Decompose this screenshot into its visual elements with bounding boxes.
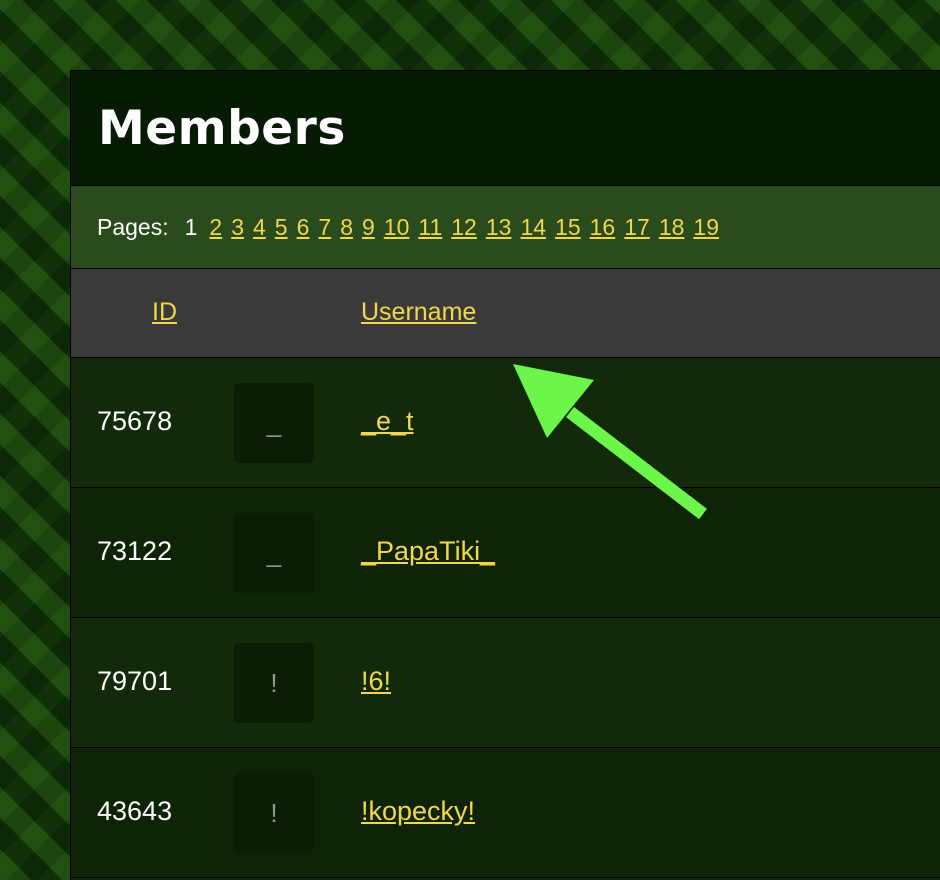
pagination-page-link[interactable]: 18 [659, 214, 685, 241]
table-row: 79701 ! !6! [71, 618, 940, 748]
member-id: 43643 [97, 796, 173, 826]
page-title: Members [98, 100, 346, 156]
members-table-header: ID Username [71, 269, 940, 358]
pagination-page-link[interactable]: 4 [253, 214, 266, 241]
avatar: _ [234, 513, 314, 593]
username-link[interactable]: !6! [361, 666, 391, 697]
pagination-page-link[interactable]: 9 [362, 214, 375, 241]
pagination-page-link[interactable]: 11 [418, 214, 442, 241]
pagination-page-link[interactable]: 15 [555, 214, 581, 241]
pagination: Pages: 1 2 3 4 5 6 7 8 9 10 11 12 13 14 … [71, 186, 940, 269]
pagination-page-link[interactable]: 14 [520, 214, 546, 241]
pagination-label: Pages: [97, 213, 169, 240]
pagination-page-link[interactable]: 16 [590, 214, 616, 241]
page-header: Members [71, 71, 940, 186]
member-id: 73122 [97, 536, 173, 566]
username-link[interactable]: !kopecky! [361, 796, 475, 827]
member-id: 75678 [97, 406, 173, 436]
table-row: 73122 _ _PapaTiki_ [71, 488, 940, 618]
table-row: 75678 _ _e_t [71, 358, 940, 488]
pagination-page-link[interactable]: 8 [340, 214, 353, 241]
username-link[interactable]: _e_t [361, 406, 414, 437]
pagination-page-link[interactable]: 17 [624, 214, 650, 241]
pagination-page-link[interactable]: 5 [275, 214, 288, 241]
pagination-page-link[interactable]: 7 [318, 214, 331, 241]
pagination-page-link[interactable]: 19 [693, 214, 719, 241]
pagination-current-page: 1 [184, 213, 198, 240]
members-panel: Members Pages: 1 2 3 4 5 6 7 8 9 10 11 1… [70, 70, 940, 880]
avatar: ! [234, 773, 314, 853]
sort-by-id-link[interactable]: ID [152, 298, 177, 327]
table-row: 43643 ! !kopecky! [71, 748, 940, 878]
avatar: _ [234, 383, 314, 463]
sort-by-username-link[interactable]: Username [361, 298, 476, 327]
pagination-page-link[interactable]: 13 [486, 214, 512, 241]
username-link[interactable]: _PapaTiki_ [361, 536, 495, 567]
pagination-page-link[interactable]: 12 [451, 214, 477, 241]
member-id: 79701 [97, 666, 173, 696]
pagination-page-link[interactable]: 3 [231, 214, 244, 241]
avatar: ! [234, 643, 314, 723]
pagination-page-link[interactable]: 6 [297, 214, 310, 241]
pagination-page-link[interactable]: 10 [384, 214, 410, 241]
pagination-page-link[interactable]: 2 [209, 214, 222, 241]
